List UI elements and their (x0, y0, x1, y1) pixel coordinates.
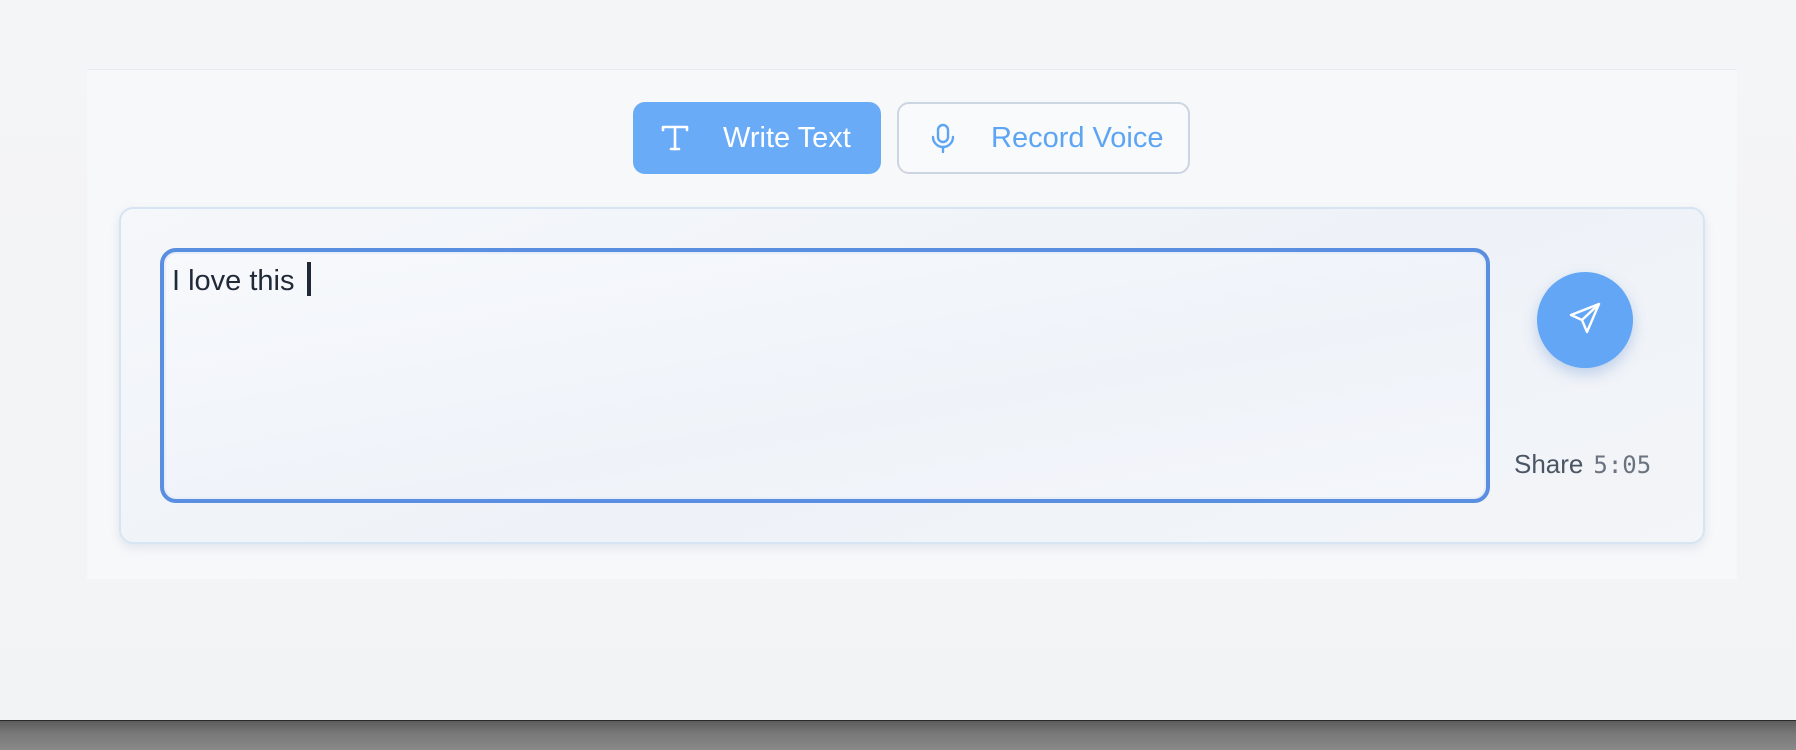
text-caret (306, 262, 311, 296)
paper-plane-icon (1568, 301, 1602, 340)
text-t-icon (659, 122, 691, 154)
tab-record-voice-label: Record Voice (991, 121, 1164, 154)
send-button[interactable] (1537, 272, 1633, 368)
microphone-icon (927, 122, 959, 154)
message-text: I love this (172, 262, 311, 298)
message-text-value: I love this (172, 265, 303, 297)
bottom-bar (0, 720, 1796, 750)
tab-write-text-label: Write Text (723, 121, 851, 154)
tab-record-voice[interactable]: Record Voice (897, 102, 1190, 174)
share-label: Share (1514, 449, 1584, 479)
share-timer: Share 5:05 (1514, 449, 1651, 480)
message-textarea[interactable]: I love this (160, 248, 1490, 503)
tab-write-text[interactable]: Write Text (633, 102, 881, 174)
page: Write Text Record Voice I love this Shar… (0, 0, 1796, 750)
share-time: 5:05 (1593, 451, 1652, 479)
mode-tabs: Write Text Record Voice (633, 102, 1190, 174)
